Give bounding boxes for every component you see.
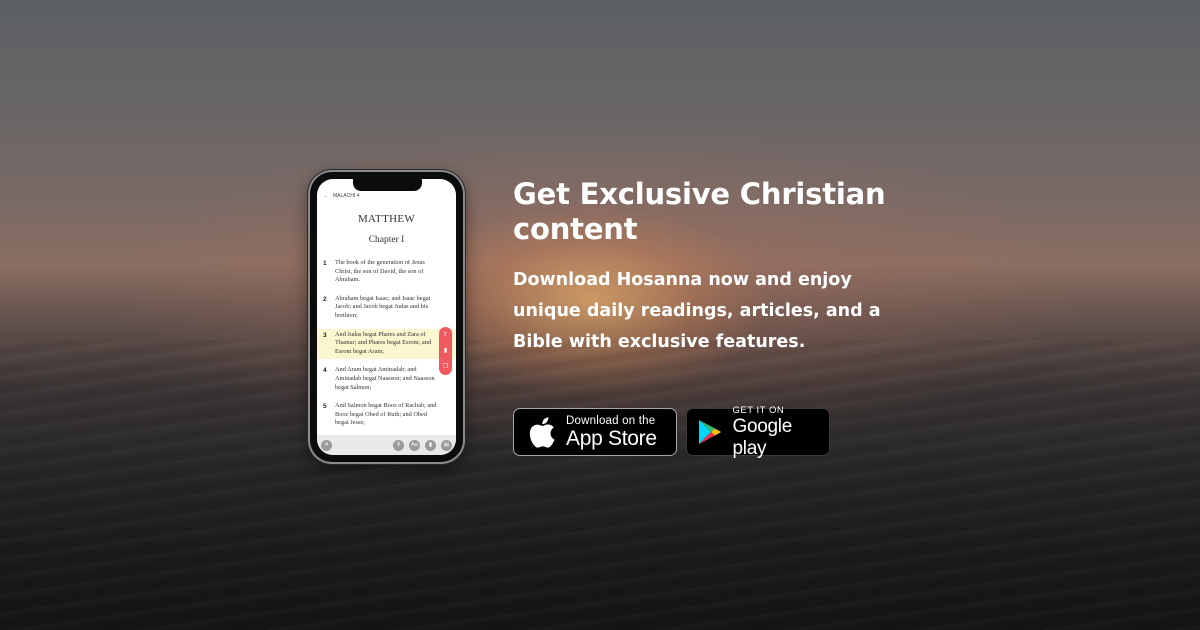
toolbar-actions: ⚲ Aa ▮ ▤ bbox=[393, 439, 452, 451]
verse-row: 4 And Aram begat Aminadab; and Aminadab … bbox=[317, 364, 456, 395]
back-label: MALACHI 4 bbox=[333, 193, 360, 199]
notes-icon: ▤ bbox=[441, 439, 452, 451]
font-size-icon: Aa bbox=[409, 439, 420, 451]
chapter-title: Chapter I bbox=[368, 235, 405, 245]
verse-number: 3 bbox=[323, 331, 327, 339]
phone-mockup: ← MALACHI 4 MATTHEW Chapter I 1 The book… bbox=[310, 172, 463, 462]
verse-row: 2 Abraham begat Isaac; and Isaac begat J… bbox=[317, 293, 456, 324]
verse-row: 1 The book of the generation of Jesus Ch… bbox=[317, 257, 456, 288]
verse-text: The book of the generation of Jesus Chri… bbox=[335, 259, 425, 284]
headline: Get Exclusive Christian content bbox=[513, 177, 886, 246]
app-store-button[interactable]: Download on the App Store bbox=[513, 408, 677, 456]
google-play-small-label: GET IT ON bbox=[732, 404, 785, 416]
app-store-small-label: Download on the bbox=[566, 414, 656, 427]
copy-icon: ❐ bbox=[442, 363, 449, 370]
apple-icon bbox=[527, 416, 557, 448]
verse-action-bar: ⇪ ▮ ❐ bbox=[439, 327, 452, 375]
share-icon: ⇪ bbox=[442, 331, 449, 338]
google-play-button[interactable]: GET IT ON Google play bbox=[686, 405, 830, 459]
verse-number: 2 bbox=[323, 295, 327, 303]
verse-text: And Judas begat Phares and Zara of Thama… bbox=[335, 330, 431, 355]
close-icon: ✕ bbox=[321, 439, 332, 451]
reader-topbar: ← MALACHI 4 bbox=[324, 193, 359, 199]
back-arrow-icon: ← bbox=[324, 193, 329, 199]
verse-text: And Salmon begat Booz of Rachab; and Boo… bbox=[335, 402, 437, 427]
reader-toolbar: ✕ ⚲ Aa ▮ ▤ bbox=[317, 435, 456, 455]
subheadline: Download Hosanna now and enjoy unique da… bbox=[513, 270, 881, 352]
google-play-icon bbox=[696, 419, 724, 445]
verse-text: And Aram begat Aminadab; and Aminadab be… bbox=[335, 366, 435, 391]
verse-row-highlighted: 3 And Judas begat Phares and Zara of Tha… bbox=[317, 328, 456, 360]
bookmark-list-icon: ▮ bbox=[425, 439, 436, 451]
wave-texture bbox=[0, 340, 1200, 630]
verse-row: 5 And Salmon begat Booz of Rachab; and B… bbox=[317, 400, 456, 431]
app-store-label: App Store bbox=[566, 426, 657, 450]
search-icon: ⚲ bbox=[393, 439, 404, 451]
google-play-text: GET IT ON Google play bbox=[733, 405, 829, 460]
verse-text: Abraham begat Isaac; and Isaac begat Jac… bbox=[335, 294, 431, 319]
verse-number: 4 bbox=[323, 367, 327, 375]
google-play-label: Google play bbox=[732, 415, 793, 459]
phone-screen: ← MALACHI 4 MATTHEW Chapter I 1 The book… bbox=[317, 179, 456, 455]
phone-notch bbox=[353, 179, 422, 191]
book-title: MATTHEW bbox=[357, 213, 416, 225]
verse-number: 1 bbox=[323, 260, 327, 267]
verse-number: 5 bbox=[323, 403, 327, 411]
app-store-text: Download on the App Store bbox=[566, 415, 657, 450]
verse-list: 1 The book of the generation of Jesus Ch… bbox=[317, 257, 456, 436]
bookmark-icon: ▮ bbox=[443, 347, 448, 354]
